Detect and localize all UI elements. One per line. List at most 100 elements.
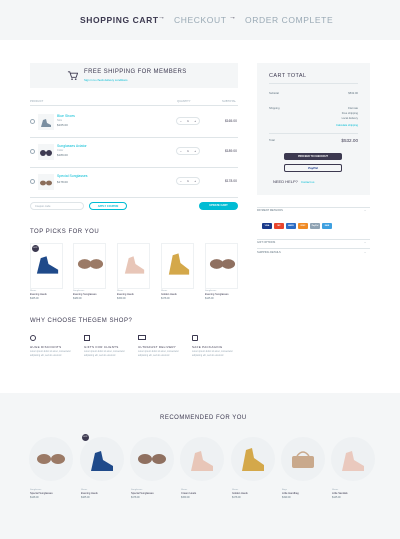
apply-coupon-button[interactable]: APPLY COUPON [89, 202, 127, 210]
product-thumbnail[interactable] [38, 144, 54, 160]
chevron-down-icon[interactable]: ⌄ [364, 209, 366, 212]
product-price: $189.00 [57, 153, 68, 157]
product-card[interactable] [117, 243, 150, 289]
product-card[interactable] [29, 437, 73, 481]
minus-icon[interactable]: − [180, 179, 182, 183]
shoe-icon [41, 119, 51, 127]
feature-title: HUGE DISCOUNTS [30, 345, 62, 349]
product-meta: Size [57, 119, 63, 122]
card-price: $148.00 [30, 496, 39, 499]
feature-text: Lorem ipsum dolor sit amet, consectetur … [84, 351, 125, 357]
cart-total-title: CART TOTAL [269, 73, 307, 79]
card-name[interactable]: Evening Sunglasses [205, 293, 229, 296]
why-choose-title: WHY CHOOSE THEGEM SHOP? [30, 318, 133, 324]
card-price: $145.00 [205, 297, 214, 300]
card-name[interactable]: Evening Sunglasses [73, 293, 97, 296]
plus-icon[interactable]: + [194, 119, 196, 123]
product-price: $178.00 [57, 180, 68, 184]
card-name[interactable]: Special Sunglasses [131, 492, 154, 495]
remove-item-icon[interactable] [30, 179, 35, 184]
payment-methods-accordion[interactable]: PAYMENT METHODS [257, 209, 283, 212]
calculate-shipping-link[interactable]: Calculate shipping [336, 124, 358, 127]
sunglasses-icon [40, 150, 52, 156]
divider [257, 207, 370, 208]
subtotal-label: Subtotal [269, 92, 279, 95]
card-category: Shoes [161, 290, 168, 292]
subtotal-value: $532.00 [348, 92, 358, 95]
step-arrow-icon: → [229, 14, 237, 21]
card-category: Sunglasses [205, 290, 217, 292]
card-name[interactable]: Special Sunglasses [30, 492, 53, 495]
sunglasses-image [209, 259, 236, 269]
shoe-image [342, 451, 364, 471]
product-card[interactable] [281, 437, 325, 481]
shoe-image [191, 451, 213, 471]
card-price: $178.00 [161, 297, 170, 300]
card-name[interactable]: Little Sandals [332, 492, 348, 495]
product-card[interactable] [161, 243, 194, 289]
card-category: Sunglasses [73, 290, 85, 292]
card-price: $178.00 [232, 496, 241, 499]
card-name[interactable]: Evening Heels [81, 492, 98, 495]
shipping-details-accordion[interactable]: SHIPPING DETAILS [257, 251, 281, 254]
remove-item-icon[interactable] [30, 149, 35, 154]
product-card[interactable] [331, 437, 375, 481]
chevron-down-icon[interactable]: ⌄ [364, 241, 366, 244]
product-thumbnail[interactable] [38, 174, 54, 190]
step-arrow-icon: → [158, 14, 166, 21]
feature-text: Lorem ipsum dolor sit amet, consectetur … [30, 351, 71, 357]
row-subtotal: $165.00 [225, 119, 237, 123]
gift-icon [84, 335, 90, 341]
card-name[interactable]: Cream Heels [181, 492, 196, 495]
product-card[interactable] [130, 437, 174, 481]
product-name[interactable]: Blue Shoes [57, 114, 75, 118]
product-name[interactable]: Sunglasses Aviator [57, 144, 87, 148]
product-card[interactable]: HOT [80, 434, 124, 481]
handbag-image [292, 451, 314, 468]
product-card[interactable] [180, 437, 224, 481]
coupon-input[interactable]: Coupon code [30, 202, 84, 210]
product-card[interactable] [73, 243, 106, 289]
product-card[interactable] [231, 437, 275, 481]
col-subtotal: SUBTOTAL [222, 100, 236, 103]
card-name[interactable]: Evening Heels [30, 293, 47, 296]
remove-item-icon[interactable] [30, 119, 35, 124]
quantity-stepper[interactable]: − 1 + [176, 147, 200, 155]
quantity-stepper[interactable]: − 1 + [176, 117, 200, 125]
plus-icon[interactable]: + [194, 179, 196, 183]
shipping-option[interactable]: Free shipping [342, 112, 358, 115]
contact-us-link[interactable]: Contact us [301, 180, 314, 184]
product-price: $165.00 [57, 123, 68, 127]
card-category: Shoes [30, 290, 37, 292]
sunglasses-image [37, 454, 65, 464]
maestro-icon: MAE [322, 223, 332, 229]
chevron-down-icon[interactable]: ⌄ [364, 251, 366, 254]
divider [30, 197, 238, 198]
proceed-to-checkout-button[interactable]: PROCEED TO CHECKOUT [284, 153, 342, 160]
hot-badge: HOT [82, 434, 89, 441]
step-checkout[interactable]: CHECKOUT [174, 15, 227, 25]
cart-row: Sunglasses Aviator Color $189.00 − 1 + $18… [30, 139, 238, 165]
product-card[interactable] [205, 243, 238, 289]
card-name[interactable]: Little Handbag [282, 492, 299, 495]
minus-icon[interactable]: − [180, 119, 182, 123]
shipping-subtitle-link[interactable]: Sign in to check delivery conditions [84, 78, 128, 82]
top-picks-title: TOP PICKS FOR YOU [30, 229, 100, 235]
update-cart-button[interactable]: UPDATE CART [199, 202, 238, 210]
product-thumbnail[interactable] [38, 114, 54, 130]
shipping-option[interactable]: Flat rate [348, 107, 358, 110]
quantity-stepper[interactable]: − 1 + [176, 177, 200, 185]
card-name[interactable]: Golden Heels [232, 492, 248, 495]
product-card[interactable]: HOT [30, 243, 63, 289]
paypal-button[interactable]: PayPal [284, 164, 342, 172]
feature-title: GIFTS FOR CLIENTS [84, 345, 119, 349]
gift-options-accordion[interactable]: GIFT OPTIONS [257, 241, 275, 244]
plus-icon[interactable]: + [194, 149, 196, 153]
shipping-option[interactable]: Local delivery [342, 117, 358, 120]
product-name[interactable]: Special Sunglasses [57, 174, 88, 178]
shipping-label: Shipping [269, 107, 280, 110]
minus-icon[interactable]: − [180, 149, 182, 153]
card-name[interactable]: Evening Heels [117, 293, 134, 296]
feature-item: GIFTS FOR CLIENTS Lorem ipsum dolor sit … [84, 335, 130, 358]
card-name[interactable]: Golden Heels [161, 293, 177, 296]
